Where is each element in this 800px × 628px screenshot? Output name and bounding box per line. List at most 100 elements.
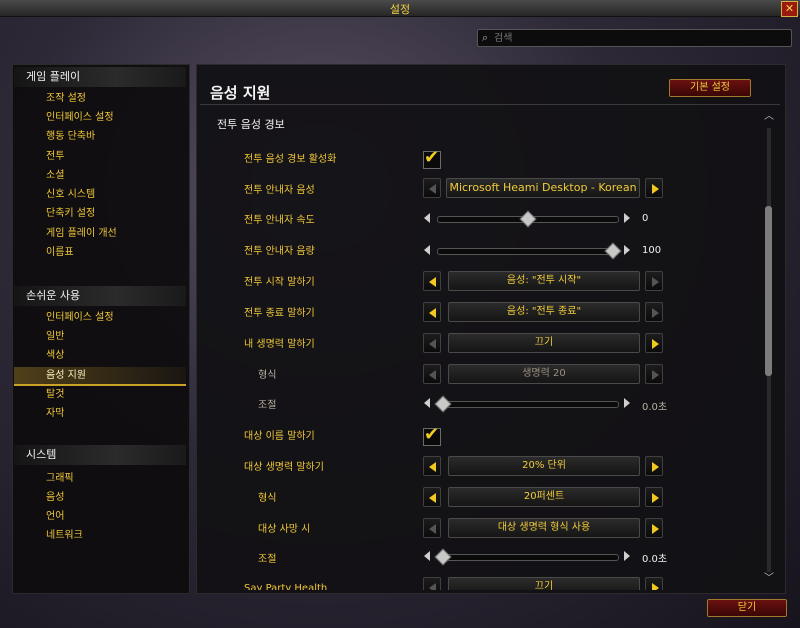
combat-start-dropdown[interactable]: 음성: "전투 시작" (448, 271, 640, 291)
window-title: 설정 (389, 3, 411, 16)
speed-value: 0 (642, 213, 649, 224)
defaults-button[interactable]: 기본 설정 (669, 79, 751, 97)
target-health-format-next-button[interactable] (645, 487, 663, 507)
nav-item-graphics[interactable]: 그래픽 (46, 472, 74, 486)
volume-slider-track[interactable] (437, 248, 619, 255)
arrow-right-icon (652, 462, 659, 472)
combat-start-next-button[interactable] (645, 271, 663, 291)
volume-increase-icon[interactable] (624, 245, 630, 255)
my-health-prev-button[interactable] (423, 333, 441, 353)
target-health-next-button[interactable] (645, 456, 663, 476)
target-name-checkbox[interactable]: ✔ (423, 424, 441, 446)
target-health-dropdown[interactable]: 20% 단위 (448, 456, 640, 476)
target-death-prev-button[interactable] (423, 518, 441, 538)
nav-item-network[interactable]: 네트워크 (46, 529, 83, 543)
nav-item-ping-system[interactable]: 신호 시스템 (46, 188, 95, 202)
nav-item-gameplay-enhancements[interactable]: 게임 플레이 개선 (46, 227, 117, 241)
combat-end-dropdown[interactable]: 음성: "전투 종료" (448, 302, 640, 322)
category-panel (12, 64, 190, 594)
clipped-row-container: Say Party Health 끄기 (200, 574, 760, 590)
target-health-format-prev-button[interactable] (423, 487, 441, 507)
nav-item-mounts[interactable]: 탈것 (46, 388, 64, 402)
my-health-throttle-decrease-icon[interactable] (424, 398, 430, 408)
target-throttle-decrease-icon[interactable] (424, 551, 430, 561)
volume-label: 전투 안내자 음량 (244, 246, 315, 257)
tts-enable-checkbox[interactable]: ✔ (423, 147, 441, 169)
my-health-throttle-label: 조절 (258, 400, 277, 411)
my-health-format-label: 형식 (258, 370, 277, 381)
my-health-format-prev-button[interactable] (423, 364, 441, 384)
target-health-format-dropdown[interactable]: 20퍼센트 (448, 487, 640, 507)
my-health-format-next-button[interactable] (645, 364, 663, 384)
target-health-format-label: 형식 (258, 493, 277, 504)
arrow-left-icon (429, 339, 436, 349)
speed-increase-icon[interactable] (624, 213, 630, 223)
nav-item-action-bars[interactable]: 행동 단축바 (46, 130, 95, 144)
nav-item-interface[interactable]: 인터페이스 설정 (46, 111, 114, 125)
page-title: 음성 지원 (210, 84, 271, 102)
arrow-left-icon (429, 370, 436, 380)
search-input[interactable] (494, 30, 784, 46)
voice-prev-button[interactable] (423, 178, 441, 198)
arrow-right-icon (652, 339, 659, 349)
nav-item-language[interactable]: 언어 (46, 510, 64, 524)
my-health-throttle-track[interactable] (437, 401, 619, 408)
party-health-prev-button[interactable] (423, 577, 441, 590)
nav-item-combat[interactable]: 전투 (46, 150, 64, 164)
scroll-down-icon[interactable]: ﹀ (763, 574, 775, 584)
category-header-system[interactable]: 시스템 (14, 445, 186, 465)
combat-end-label: 전투 종료 말하기 (244, 308, 315, 319)
arrow-left-icon (429, 277, 436, 287)
scrollbar-thumb[interactable] (765, 206, 772, 376)
voice-next-button[interactable] (645, 178, 663, 198)
my-health-throttle-value: 0.0초 (642, 402, 668, 413)
party-health-next-button[interactable] (645, 577, 663, 590)
nav-item-nameplates[interactable]: 이름표 (46, 246, 74, 260)
my-health-throttle-increase-icon[interactable] (624, 398, 630, 408)
my-health-dropdown[interactable]: 끄기 (448, 333, 640, 353)
close-window-icon[interactable]: ✕ (781, 1, 798, 17)
search-box[interactable]: ⌕ (477, 29, 792, 47)
target-throttle-track[interactable] (437, 554, 619, 561)
combat-end-next-button[interactable] (645, 302, 663, 322)
search-icon: ⌕ (482, 31, 489, 44)
target-death-dropdown[interactable]: 대상 생명력 형식 사용 (448, 518, 640, 538)
arrow-left-icon (429, 184, 436, 194)
arrow-right-icon (652, 583, 659, 590)
checkmark-icon: ✔ (424, 424, 440, 445)
arrow-right-icon (652, 370, 659, 380)
nav-item-text-to-speech[interactable]: 음성 지원 (46, 369, 86, 383)
nav-item-general[interactable]: 일반 (46, 330, 64, 344)
voice-dropdown[interactable]: Microsoft Heami Desktop - Korean (446, 178, 640, 198)
target-health-label: 대상 생명력 말하기 (244, 462, 324, 473)
combat-end-prev-button[interactable] (423, 302, 441, 322)
nav-item-active-highlight (14, 367, 186, 386)
target-throttle-value: 0.0초 (642, 554, 668, 565)
my-health-format-dropdown[interactable]: 생명력 20 (448, 364, 640, 384)
category-header-accessibility[interactable]: 손쉬운 사용 (14, 286, 186, 306)
target-throttle-increase-icon[interactable] (624, 551, 630, 561)
title-divider (200, 104, 780, 105)
nav-item-controls[interactable]: 조작 설정 (46, 92, 86, 106)
nav-item-colors[interactable]: 색상 (46, 349, 64, 363)
scroll-up-icon[interactable]: ︿ (763, 112, 775, 122)
combat-start-prev-button[interactable] (423, 271, 441, 291)
speed-decrease-icon[interactable] (424, 213, 430, 223)
nav-item-subtitles[interactable]: 자막 (46, 407, 64, 421)
volume-value: 100 (642, 245, 662, 256)
nav-item-access-interface[interactable]: 인터페이스 설정 (46, 311, 114, 325)
target-health-prev-button[interactable] (423, 456, 441, 476)
my-health-next-button[interactable] (645, 333, 663, 353)
nav-item-social[interactable]: 소셜 (46, 169, 64, 183)
party-health-dropdown[interactable]: 끄기 (448, 577, 640, 590)
arrow-right-icon (652, 524, 659, 534)
close-button[interactable]: 닫기 (707, 599, 787, 617)
section-title: 전투 음성 경보 (217, 118, 285, 131)
nav-item-keybindings[interactable]: 단축키 설정 (46, 207, 95, 221)
arrow-left-icon (429, 308, 436, 318)
tts-enable-label: 전투 음성 경보 활성화 (244, 154, 337, 165)
nav-item-audio[interactable]: 음성 (46, 491, 64, 505)
volume-decrease-icon[interactable] (424, 245, 430, 255)
target-death-next-button[interactable] (645, 518, 663, 538)
category-header-gameplay[interactable]: 게임 플레이 (14, 67, 186, 87)
